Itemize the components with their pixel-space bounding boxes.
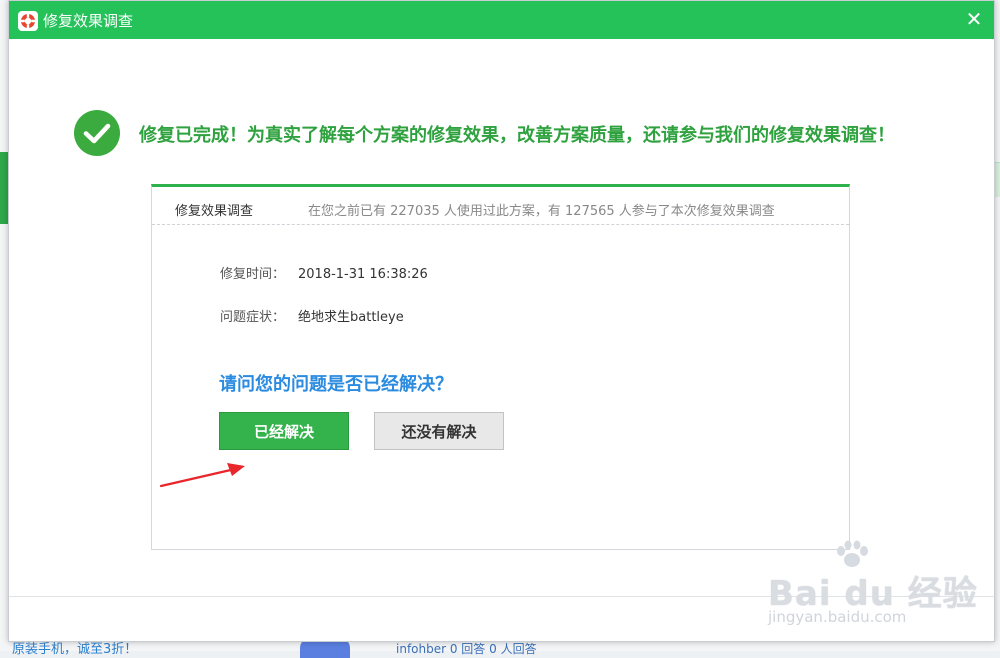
survey-stats: 在您之前已有 227035 人使用过此方案，有 127565 人参与了本次修复效… [308,204,775,219]
survey-card-header: 修复效果调查 在您之前已有 227035 人使用过此方案，有 127565 人参… [152,187,849,225]
lifebuoy-icon [18,11,38,31]
background-question-info: infohber 0 回答 0 人回答 [396,642,537,656]
background-app-panel [0,152,8,224]
symptom-label: 问题症状： [220,310,286,325]
symptom-row: 问题症状： 绝地求生battleye [220,306,404,325]
close-icon: ✕ [965,7,983,31]
title-bar[interactable]: 修复效果调查 ✕ [9,1,994,39]
not-resolved-button[interactable]: 还没有解决 [374,412,504,450]
survey-card: 修复效果调查 在您之前已有 227035 人使用过此方案，有 127565 人参… [151,184,850,550]
success-message: 修复已完成！为真实了解每个方案的修复效果，改善方案质量，还请参与我们的修复效果调… [139,125,895,146]
symptom-value: 绝地求生battleye [298,310,404,325]
resolved-question: 请问您的问题是否已经解决？ [219,374,453,395]
success-check-icon [74,110,120,156]
repair-time-label: 修复时间： [220,267,286,282]
close-button[interactable]: ✕ [962,7,986,31]
repair-time-value: 2018-1-31 16:38:26 [298,267,428,282]
window-title: 修复效果调查 [43,12,134,30]
baidu-jingyan-watermark: Bai du 经验 jingyan.baidu.com [762,540,977,630]
repair-time-row: 修复时间： 2018-1-31 16:38:26 [220,263,428,282]
survey-title: 修复效果调查 [175,204,254,219]
red-arrow-annotation [159,463,245,488]
resolved-button[interactable]: 已经解决 [219,412,349,450]
watermark-url: jingyan.baidu.com [768,608,907,626]
